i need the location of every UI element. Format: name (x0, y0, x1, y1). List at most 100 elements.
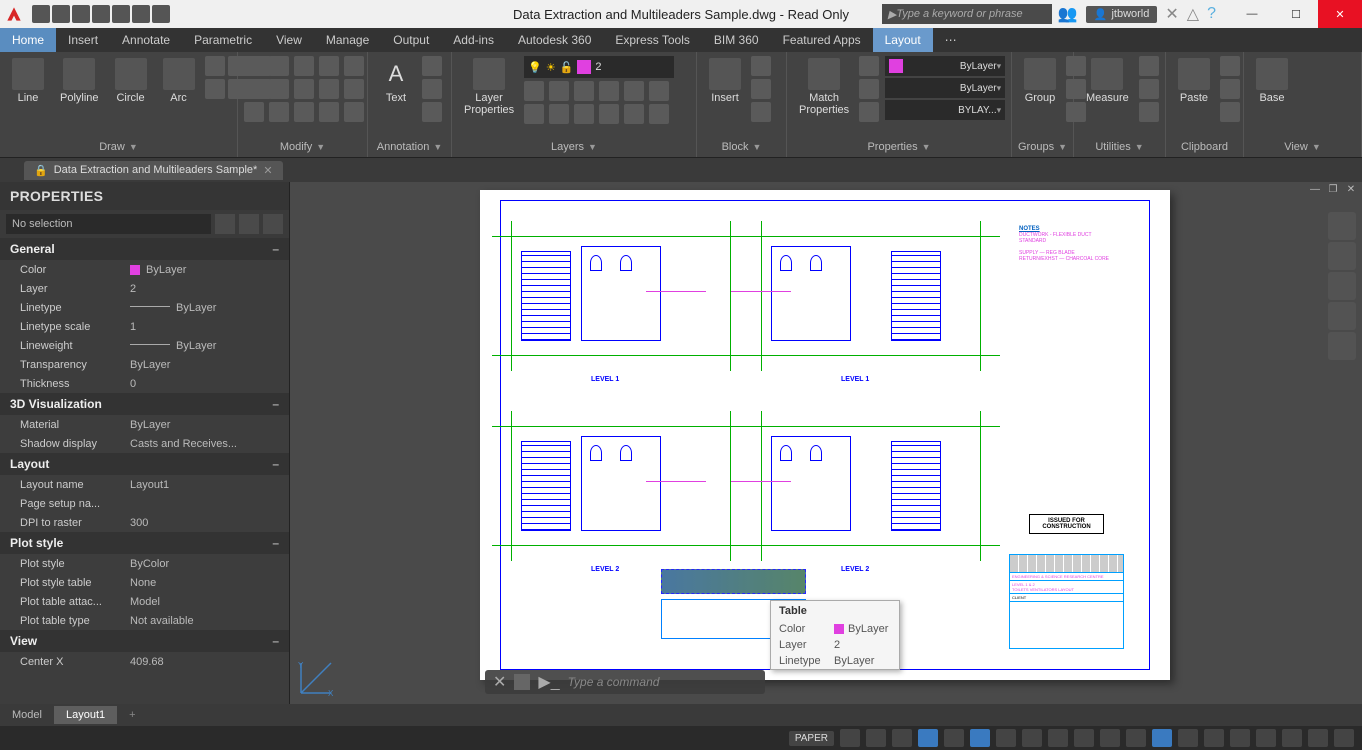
layer-tool-icon[interactable] (624, 81, 644, 101)
qat-open-icon[interactable] (52, 5, 70, 23)
property-row[interactable]: Plot styleByColor (0, 554, 289, 573)
menu-tab-annotate[interactable]: Annotate (110, 28, 182, 52)
prop-tool-icon[interactable] (859, 79, 879, 99)
layer-tool-icon[interactable] (599, 81, 619, 101)
snap-icon[interactable] (866, 729, 886, 747)
annovis-icon[interactable] (1100, 729, 1120, 747)
category-header[interactable]: Layout– (0, 453, 289, 475)
autodesk360-icon[interactable]: △ (1187, 4, 1199, 24)
prop-tool-icon[interactable] (859, 56, 879, 76)
scale-icon[interactable] (269, 102, 289, 122)
text-button[interactable]: AText (374, 56, 418, 106)
quick-select-icon[interactable] (263, 214, 283, 234)
property-row[interactable]: Plot table typeNot available (0, 611, 289, 630)
draw-tool-icon[interactable] (205, 79, 225, 99)
polyline-button[interactable]: Polyline (54, 56, 105, 106)
layout-tab-layout1[interactable]: Layout1 (54, 706, 117, 724)
block-tool-icon[interactable] (751, 79, 771, 99)
util-tool-icon[interactable] (1139, 102, 1159, 122)
lock-ui-icon[interactable] (1230, 729, 1250, 747)
category-header[interactable]: General– (0, 238, 289, 260)
util-tool-icon[interactable] (1139, 79, 1159, 99)
property-row[interactable]: Shadow displayCasts and Receives... (0, 434, 289, 453)
maximize-button[interactable]: ☐ (1274, 0, 1318, 28)
property-row[interactable]: TransparencyByLayer (0, 355, 289, 374)
layer-dropdown[interactable]: 💡 ☀ 🔓 2 (524, 56, 674, 78)
lineweight-dropdown[interactable]: BYLAY... ▾ (885, 100, 1005, 120)
layer-tool-icon[interactable] (549, 104, 569, 124)
group-button[interactable]: Group (1018, 56, 1062, 106)
property-row[interactable]: Linetype scale1 (0, 317, 289, 336)
arc-button[interactable]: Arc (157, 56, 201, 106)
layer-tool-icon[interactable] (524, 104, 544, 124)
tool-icon[interactable] (319, 56, 339, 76)
mirror-icon[interactable] (269, 79, 289, 99)
cleanscreen-icon[interactable] (1308, 729, 1328, 747)
signin-icon[interactable]: 👥 (1058, 4, 1078, 24)
app-menu-icon[interactable] (0, 0, 28, 28)
menu-tab-layout[interactable]: Layout (873, 28, 933, 52)
menu-tab-express-tools[interactable]: Express Tools (603, 28, 701, 52)
add-layout-button[interactable]: + (117, 706, 141, 724)
close-button[interactable]: ✕ (1318, 0, 1362, 28)
base-button[interactable]: Base (1250, 56, 1294, 106)
property-row[interactable]: LineweightByLayer (0, 336, 289, 355)
stretch-icon[interactable] (244, 102, 264, 122)
trim-icon[interactable] (294, 56, 314, 76)
property-row[interactable]: Layer2 (0, 279, 289, 298)
rotate-icon[interactable] (269, 56, 289, 76)
doc-restore-icon[interactable]: ❐ (1326, 184, 1340, 198)
help-icon[interactable]: ? (1207, 5, 1216, 23)
layer-tool-icon[interactable] (524, 81, 544, 101)
draw-tool-icon[interactable] (205, 56, 225, 76)
layer-tool-icon[interactable] (649, 104, 669, 124)
match-properties-button[interactable]: Match Properties (793, 56, 855, 118)
layer-tool-icon[interactable] (649, 81, 669, 101)
move-icon[interactable] (244, 56, 264, 76)
selected-table[interactable] (661, 569, 806, 594)
category-header[interactable]: View– (0, 630, 289, 652)
command-line[interactable]: ✕ ▶_ Type a command (485, 670, 765, 694)
category-header[interactable]: 3D Visualization– (0, 393, 289, 415)
zoom-icon[interactable] (1328, 272, 1356, 300)
layer-tool-icon[interactable] (549, 81, 569, 101)
select-objects-icon[interactable] (239, 214, 259, 234)
ribbon-overflow-icon[interactable]: ⋯ (933, 28, 969, 52)
fillet-icon[interactable] (294, 79, 314, 99)
pan-icon[interactable] (1328, 242, 1356, 270)
property-row[interactable]: Plot style tableNone (0, 573, 289, 592)
doc-minimize-icon[interactable]: — (1308, 184, 1322, 198)
menu-tab-autodesk-360[interactable]: Autodesk 360 (506, 28, 603, 52)
toggle-pickadd-icon[interactable] (215, 214, 235, 234)
quickprops-icon[interactable] (1204, 729, 1224, 747)
property-row[interactable]: ColorByLayer (0, 260, 289, 279)
copy-icon[interactable] (244, 79, 264, 99)
menu-tab-manage[interactable]: Manage (314, 28, 381, 52)
qat-new-icon[interactable] (32, 5, 50, 23)
menu-tab-home[interactable]: Home (0, 28, 56, 52)
cut-icon[interactable] (1220, 56, 1240, 76)
user-account-button[interactable]: 👤 jtbworld (1086, 6, 1158, 23)
prop-tool-icon[interactable] (859, 102, 879, 122)
tool-icon[interactable] (344, 79, 364, 99)
tool-icon[interactable] (344, 56, 364, 76)
file-tab[interactable]: 🔒 Data Extraction and Multileaders Sampl… (24, 161, 283, 180)
ortho-icon[interactable] (892, 729, 912, 747)
showmotion-icon[interactable] (1328, 332, 1356, 360)
isolate-icon[interactable] (1256, 729, 1276, 747)
close-cmdline-icon[interactable]: ✕ (493, 672, 506, 692)
selection-dropdown[interactable]: No selection (6, 214, 211, 234)
circle-button[interactable]: Circle (109, 56, 153, 106)
polar-icon[interactable] (918, 729, 938, 747)
menu-tab-bim-360[interactable]: BIM 360 (702, 28, 771, 52)
table-icon[interactable] (422, 102, 442, 122)
layout-tab-model[interactable]: Model (0, 706, 54, 724)
property-row[interactable]: Page setup na... (0, 494, 289, 513)
property-row[interactable]: Layout nameLayout1 (0, 475, 289, 494)
leader-icon[interactable] (422, 79, 442, 99)
otrack-icon[interactable] (970, 729, 990, 747)
property-row[interactable]: Center X409.68 (0, 652, 289, 671)
property-row[interactable]: Plot table attac...Model (0, 592, 289, 611)
category-header[interactable]: Plot style– (0, 532, 289, 554)
menu-tab-view[interactable]: View (264, 28, 314, 52)
